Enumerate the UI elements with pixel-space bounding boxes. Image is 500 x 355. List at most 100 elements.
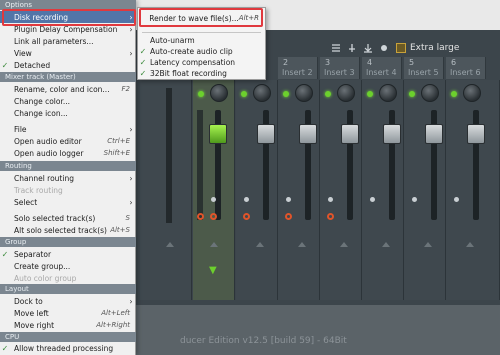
menu-item-label: Channel routing <box>14 173 74 183</box>
stereo-dot-icon[interactable] <box>454 197 459 202</box>
volume-fader[interactable] <box>209 124 227 144</box>
volume-fader[interactable] <box>257 124 275 144</box>
mixer-strip-insert-4[interactable] <box>362 80 404 300</box>
mute-led-icon[interactable] <box>325 91 331 97</box>
stereo-dot-icon[interactable] <box>244 197 249 202</box>
send-arrow-icon[interactable] <box>210 242 218 247</box>
menu-item-move-left[interactable]: Move left Alt+Left <box>0 307 136 319</box>
channel-header-insert-2[interactable]: 2 Insert 2 <box>278 57 318 79</box>
menu-item-separator[interactable]: ✓ Separator <box>0 248 136 260</box>
channel-header-insert-3[interactable]: 3 Insert 3 <box>320 57 360 79</box>
checkmark-icon: ✓ <box>139 46 147 56</box>
menu-item-label: Change color... <box>14 96 71 106</box>
channel-header-insert-6[interactable]: 6 Insert 6 <box>446 57 486 79</box>
menu-item-solo-selected[interactable]: Solo selected track(s) S <box>0 212 136 224</box>
section-layout: Layout <box>0 284 136 294</box>
send-arrow-icon[interactable] <box>382 242 390 247</box>
menu-item-channel-routing[interactable]: Channel routing › <box>0 172 136 184</box>
menu-item-threaded-processing[interactable]: ✓ Allow threaded processing <box>0 342 136 354</box>
send-arrow-icon[interactable] <box>340 242 348 247</box>
mute-led-icon[interactable] <box>198 91 204 97</box>
mixer-strip-master[interactable]: ▼ <box>193 80 235 300</box>
stereo-dot-icon[interactable] <box>412 197 417 202</box>
chevron-right-icon: › <box>129 296 133 306</box>
channel-header-insert-4[interactable]: 4 Insert 4 <box>362 57 402 79</box>
record-arm-icon[interactable] <box>243 213 250 220</box>
channel-name: Insert 4 <box>366 68 397 77</box>
menu-item-shortcut: S <box>125 214 130 222</box>
send-arrow-icon[interactable] <box>256 242 264 247</box>
menu-item-label: Open audio editor <box>14 136 82 146</box>
menu-item-view[interactable]: View › <box>0 47 136 59</box>
menu-item-create-group[interactable]: Create group... <box>0 260 136 272</box>
route-down-icon[interactable]: ▼ <box>209 266 217 276</box>
mixer-strip-insert-6[interactable] <box>446 80 500 300</box>
menu-item-file[interactable]: File › <box>0 123 136 135</box>
menu-item-32bit-float[interactable]: ✓ 32Bit float recording <box>138 67 265 79</box>
mixer-strip-insert-1[interactable] <box>236 80 278 300</box>
channel-header-insert-5[interactable]: 5 Insert 5 <box>404 57 444 79</box>
menu-item-link-all[interactable]: Link all parameters... <box>0 35 136 47</box>
mixer-menu-icon[interactable] <box>330 43 341 54</box>
volume-fader[interactable] <box>299 124 317 144</box>
menu-item-open-audio-logger[interactable]: Open audio logger Shift+E <box>0 147 136 159</box>
menu-item-label: Change icon... <box>14 108 68 118</box>
volume-fader[interactable] <box>467 124 485 144</box>
pan-knob[interactable] <box>379 84 397 102</box>
mute-led-icon[interactable] <box>409 91 415 97</box>
record-dot-icon[interactable] <box>378 43 389 54</box>
volume-fader[interactable] <box>425 124 443 144</box>
menu-item-rename[interactable]: Rename, color and icon... F2 <box>0 83 136 95</box>
section-routing: Routing <box>0 161 136 171</box>
menu-item-alt-solo[interactable]: Alt solo selected track(s) Alt+S <box>0 224 136 236</box>
send-arrow-icon[interactable] <box>298 242 306 247</box>
mute-led-icon[interactable] <box>367 91 373 97</box>
menu-item-label: Solo selected track(s) <box>14 213 96 223</box>
record-arm-icon[interactable] <box>197 213 204 220</box>
send-arrow-icon[interactable] <box>166 242 174 247</box>
stereo-dot-icon[interactable] <box>286 197 291 202</box>
menu-item-open-audio-editor[interactable]: Open audio editor Ctrl+E <box>0 135 136 147</box>
menu-item-shortcut: Alt+S <box>110 226 130 234</box>
pan-knob[interactable] <box>463 84 481 102</box>
pan-knob[interactable] <box>210 84 228 102</box>
mixer-strip-insert-2[interactable] <box>278 80 320 300</box>
record-arm-icon[interactable] <box>285 213 292 220</box>
volume-fader[interactable] <box>383 124 401 144</box>
menu-item-label: Move right <box>14 320 55 330</box>
send-arrow-icon[interactable] <box>466 242 474 247</box>
volume-fader[interactable] <box>341 124 359 144</box>
pan-knob[interactable] <box>253 84 271 102</box>
pan-knob[interactable] <box>295 84 313 102</box>
size-selector[interactable]: Extra large <box>396 43 459 53</box>
menu-item-change-icon[interactable]: Change icon... <box>0 107 136 119</box>
menu-item-select[interactable]: Select › <box>0 196 136 208</box>
menu-item-dock-to[interactable]: Dock to › <box>0 295 136 307</box>
annotation-box-render <box>139 8 263 27</box>
size-label: Extra large <box>410 43 460 53</box>
mute-led-icon[interactable] <box>283 91 289 97</box>
send-arrow-icon[interactable] <box>424 242 432 247</box>
menu-item-shortcut: Ctrl+E <box>107 137 130 145</box>
record-arm-icon[interactable] <box>327 213 334 220</box>
pan-knob[interactable] <box>421 84 439 102</box>
checkmark-icon: ✓ <box>1 343 9 353</box>
menu-item-move-right[interactable]: Move right Alt+Right <box>0 319 136 331</box>
menu-item-detached[interactable]: ✓ Detached <box>0 59 136 71</box>
record-arm-icon[interactable] <box>210 213 217 220</box>
channel-number: 4 <box>367 58 373 67</box>
mute-led-icon[interactable] <box>241 91 247 97</box>
stereo-dot-icon[interactable] <box>370 197 375 202</box>
menu-item-change-color[interactable]: Change color... <box>0 95 136 107</box>
checkmark-icon: ✓ <box>1 249 9 259</box>
section-cpu: CPU <box>0 332 136 342</box>
mute-led-icon[interactable] <box>451 91 457 97</box>
menu-divider <box>142 32 261 33</box>
mixer-strip-insert-5[interactable] <box>404 80 446 300</box>
pan-knob[interactable] <box>337 84 355 102</box>
arrow-down-icon[interactable] <box>362 43 373 54</box>
pin-icon[interactable] <box>346 43 357 54</box>
stereo-dot-icon[interactable] <box>211 197 216 202</box>
stereo-dot-icon[interactable] <box>328 197 333 202</box>
mixer-strip-insert-3[interactable] <box>320 80 362 300</box>
